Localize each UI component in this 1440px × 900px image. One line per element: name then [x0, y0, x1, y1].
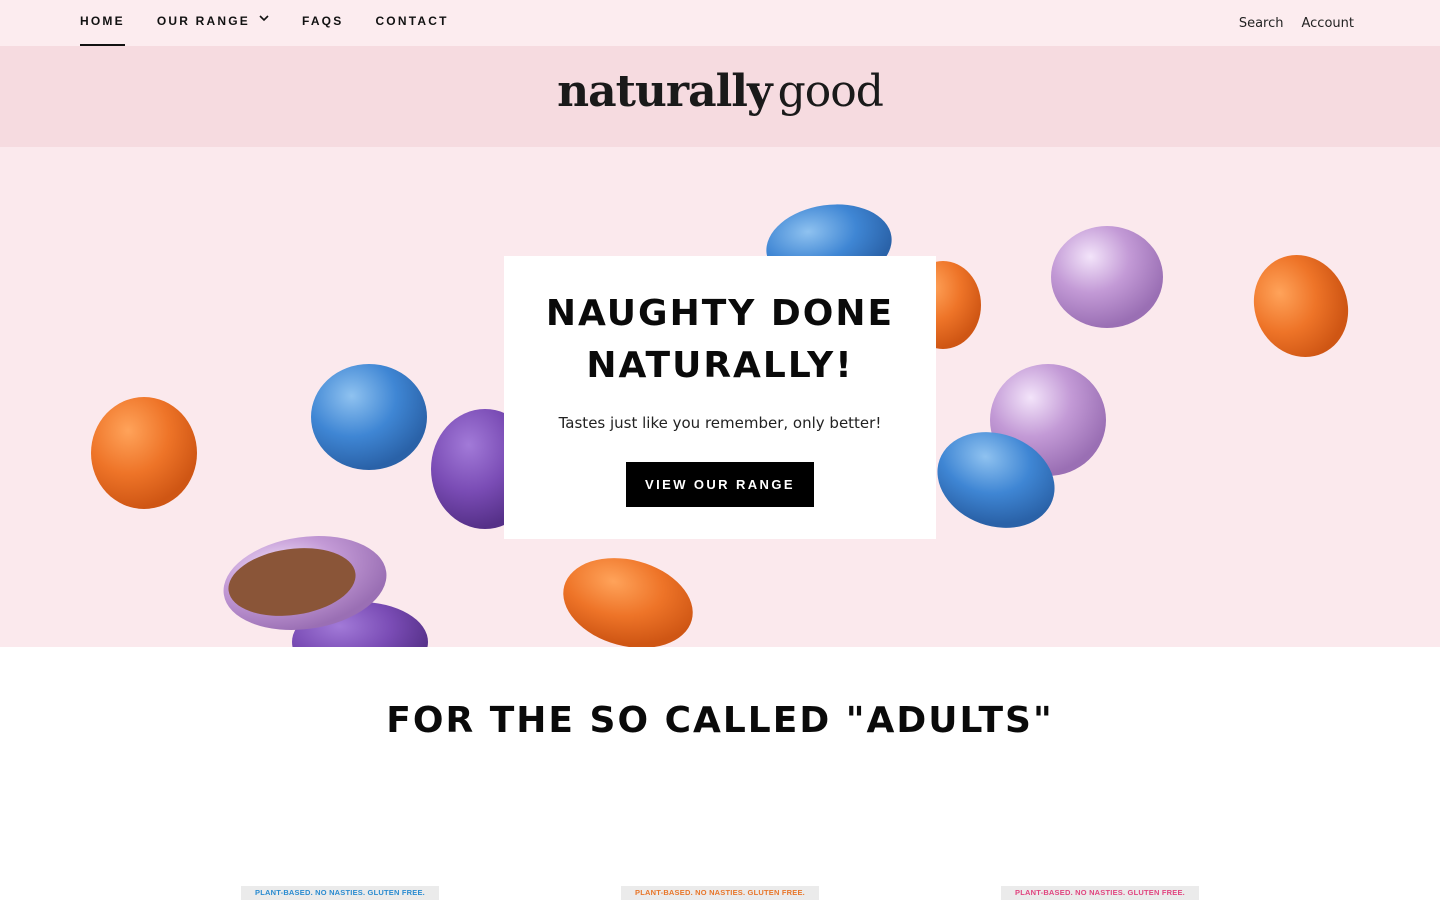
product-3-tagline: PLANT-BASED. NO NASTIES. GLUTEN FREE.: [1015, 888, 1185, 897]
candy-orange: [91, 397, 197, 509]
search-link[interactable]: Search: [1239, 16, 1284, 31]
hero-banner: NAUGHTY DONE NATURALLY! Tastes just like…: [0, 147, 1440, 647]
site-logo[interactable]: naturally good: [0, 66, 1440, 117]
hero-title: NAUGHTY DONE NATURALLY!: [504, 288, 936, 392]
product-1-tagline: PLANT-BASED. NO NASTIES. GLUTEN FREE.: [255, 888, 425, 897]
product-card-2-strip[interactable]: PLANT-BASED. NO NASTIES. GLUTEN FREE.: [621, 886, 819, 900]
nav-item-faqs-label: FAQS: [301, 14, 344, 28]
view-our-range-button[interactable]: VIEW OUR RANGE: [626, 462, 814, 507]
nav-item-contact-label: CONTACT: [375, 14, 449, 28]
hero-title-line-1: NAUGHTY DONE: [545, 293, 895, 334]
nav-item-our-range-label: OUR RANGE: [156, 14, 250, 28]
nav-item-our-range[interactable]: OUR RANGE: [157, 0, 270, 46]
candy-orange: [1253, 255, 1349, 357]
main-nav: HOME OUR RANGE FAQS CONTACT: [80, 0, 481, 46]
logo-word-good: good: [777, 66, 884, 117]
logo-word-naturally: naturally: [557, 66, 773, 117]
candy-lilac: [1051, 226, 1163, 328]
hero-subtitle: Tastes just like you remember, only bett…: [558, 414, 882, 432]
chevron-down-icon: [259, 15, 269, 22]
hero-title-line-2: NATURALLY!: [586, 345, 854, 386]
nav-item-home[interactable]: HOME: [80, 0, 125, 46]
candy-orange: [563, 558, 693, 647]
nav-item-faqs[interactable]: FAQS: [302, 0, 343, 46]
top-navigation-bar: HOME OUR RANGE FAQS CONTACT Search Accou…: [0, 0, 1440, 46]
product-2-tagline: PLANT-BASED. NO NASTIES. GLUTEN FREE.: [635, 888, 805, 897]
utility-links: Search Account: [1239, 16, 1354, 31]
product-card-1-strip[interactable]: PLANT-BASED. NO NASTIES. GLUTEN FREE.: [241, 886, 439, 900]
account-link[interactable]: Account: [1302, 16, 1355, 31]
candy-blue: [311, 364, 427, 470]
nav-item-contact[interactable]: CONTACT: [375, 0, 448, 46]
nav-item-home-label: HOME: [80, 14, 125, 28]
logo-band: naturally good: [0, 46, 1440, 147]
product-card-3-strip[interactable]: PLANT-BASED. NO NASTIES. GLUTEN FREE.: [1001, 886, 1199, 900]
section-title: FOR THE SO CALLED "ADULTS": [386, 700, 1054, 741]
hero-card: NAUGHTY DONE NATURALLY! Tastes just like…: [504, 256, 936, 539]
